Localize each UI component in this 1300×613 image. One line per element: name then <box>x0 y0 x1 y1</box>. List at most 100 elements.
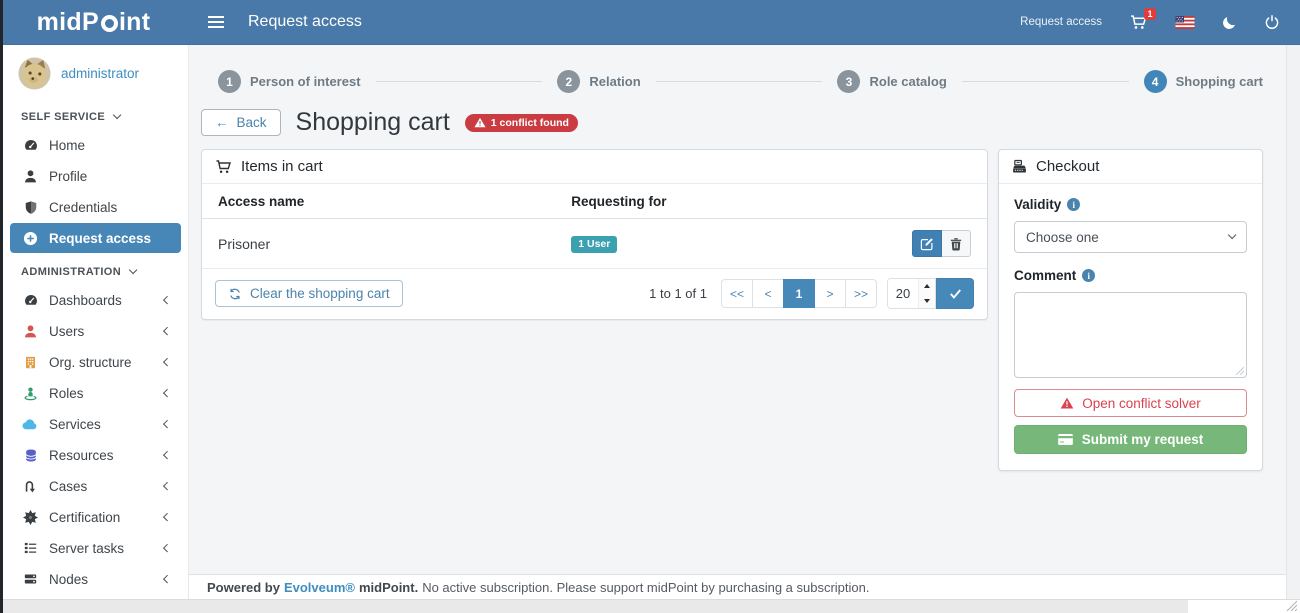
sidebar-item-users[interactable]: Users <box>10 316 181 346</box>
logo-text-suffix: int <box>119 8 150 37</box>
tachometer-icon <box>23 138 39 153</box>
resize-grip-icon[interactable] <box>1285 599 1297 611</box>
sidebar-item-cases[interactable]: Cases <box>10 471 181 501</box>
submit-request-button[interactable]: Submit my request <box>1014 425 1247 454</box>
step-connector <box>656 81 823 82</box>
step-label: Shopping cart <box>1176 74 1263 89</box>
chevron-left-icon <box>163 482 172 491</box>
pager-buttons: << < 1 > >> <box>721 279 877 308</box>
us-flag-icon[interactable] <box>1175 16 1195 29</box>
comment-label-row: Comment i <box>1014 268 1247 283</box>
open-conflict-solver-button[interactable]: Open conflict solver <box>1014 389 1247 417</box>
delete-item-button[interactable] <box>942 230 971 257</box>
spinner-up-button[interactable] <box>919 279 935 294</box>
cart-icon <box>215 159 232 175</box>
page-1-button[interactable]: 1 <box>783 279 815 308</box>
checkout-body: Validity i Choose one Comment i <box>999 184 1262 470</box>
chevron-left-icon <box>163 544 172 553</box>
column-header-access-name: Access name <box>202 184 555 219</box>
sidebar-item-label: Cases <box>49 479 87 494</box>
chevron-left-icon <box>163 358 172 367</box>
sidebar-item-services[interactable]: Services <box>10 409 181 439</box>
credit-card-icon <box>1058 434 1073 445</box>
items-panel-footer: Clear the shopping cart 1 to 1 of 1 << <… <box>202 269 987 319</box>
powered-by-text: Powered by <box>207 580 280 595</box>
sidebar-item-credentials[interactable]: Credentials <box>10 192 181 222</box>
step-number: 4 <box>1144 70 1167 93</box>
chevron-down-icon <box>1228 231 1237 240</box>
sidebar-section-administration[interactable]: ADMINISTRATION <box>3 254 188 284</box>
checkout-panel-title: Checkout <box>1036 158 1099 175</box>
prev-page-button[interactable]: < <box>752 279 784 308</box>
validity-select[interactable]: Choose one <box>1014 221 1247 253</box>
sidebar-item-label: Certification <box>49 510 120 525</box>
warning-triangle-icon <box>474 117 486 128</box>
warning-triangle-icon <box>1060 397 1074 409</box>
navbar-request-access-link[interactable]: Request access <box>1020 16 1102 28</box>
page-footer: Powered by Evolveum® midPoint. No active… <box>189 574 1287 600</box>
sidebar-toggle-icon[interactable] <box>204 12 228 32</box>
chevron-left-icon <box>163 296 172 305</box>
sidebar-item-org-structure[interactable]: Org. structure <box>10 347 181 377</box>
page-size-spinner <box>918 279 935 308</box>
product-text: midPoint. <box>359 580 418 595</box>
edit-icon <box>920 237 934 251</box>
clear-cart-button[interactable]: Clear the shopping cart <box>215 280 403 307</box>
items-panel-header: Items in cart <box>202 150 987 184</box>
tasks-icon <box>23 541 38 555</box>
power-icon[interactable] <box>1264 14 1280 30</box>
back-button[interactable]: ← Back <box>201 109 281 136</box>
chevron-left-icon <box>163 327 172 336</box>
textarea-resize-grip-icon[interactable] <box>1235 366 1244 375</box>
next-page-button[interactable]: > <box>814 279 846 308</box>
moon-icon[interactable] <box>1222 15 1237 30</box>
sidebar-item-profile[interactable]: Profile <box>10 161 181 191</box>
step-number: 1 <box>218 70 241 93</box>
step-connector <box>962 81 1129 82</box>
sidebar-item-certification[interactable]: Certification <box>10 502 181 532</box>
wizard-steps: 1 Person of interest 2 Relation 3 Role c… <box>189 44 1287 93</box>
avatar[interactable] <box>18 57 51 90</box>
page-size-input[interactable] <box>888 279 918 308</box>
vertical-scrollbar[interactable] <box>1286 44 1300 600</box>
info-icon: i <box>1067 198 1080 211</box>
chevron-down-icon <box>113 111 122 120</box>
database-icon <box>24 448 38 463</box>
user-icon <box>23 169 38 184</box>
sidebar-item-label: Resources <box>49 448 114 463</box>
sidebar-item-server-tasks[interactable]: Server tasks <box>10 533 181 563</box>
sidebar-item-roles[interactable]: Roles <box>10 378 181 408</box>
username-link[interactable]: administrator <box>61 66 139 81</box>
table-row: Prisoner 1 User <box>202 219 987 269</box>
cloud-icon <box>22 418 39 430</box>
edit-item-button[interactable] <box>912 230 942 257</box>
chevron-left-icon <box>163 575 172 584</box>
pagination: 1 to 1 of 1 << < 1 > >> <box>649 278 974 309</box>
sidebar-item-nodes[interactable]: Nodes <box>10 564 181 594</box>
first-page-button[interactable]: << <box>721 279 753 308</box>
sidebar-item-label: Nodes <box>49 572 88 587</box>
sidebar-item-home[interactable]: Home <box>10 130 181 160</box>
evolveum-link[interactable]: Evolveum® <box>284 580 355 595</box>
chevron-left-icon <box>163 513 172 522</box>
sidebar-item-resources[interactable]: Resources <box>10 440 181 470</box>
cell-access-name: Prisoner <box>202 219 555 269</box>
user-panel: administrator <box>3 44 188 99</box>
arrow-down-icon <box>924 299 930 303</box>
server-icon <box>23 572 38 586</box>
sidebar-item-label: Request access <box>49 231 151 246</box>
comment-textarea[interactable] <box>1014 292 1247 378</box>
navbar-cart-button[interactable]: 1 <box>1129 14 1148 31</box>
sidebar-item-request-access[interactable]: Request access <box>10 223 181 253</box>
spinner-down-button[interactable] <box>919 294 935 309</box>
arrow-left-icon: ← <box>215 115 229 130</box>
plus-circle-icon <box>23 231 38 246</box>
back-button-label: Back <box>237 115 267 130</box>
sidebar-item-label: Services <box>49 417 101 432</box>
sidebar-item-dashboards[interactable]: Dashboards <box>10 285 181 315</box>
last-page-button[interactable]: >> <box>845 279 877 308</box>
apply-page-size-button[interactable] <box>936 278 974 309</box>
sidebar-section-self-service[interactable]: SELF SERVICE <box>3 99 188 129</box>
shield-icon <box>24 200 38 215</box>
info-icon: i <box>1082 269 1095 282</box>
